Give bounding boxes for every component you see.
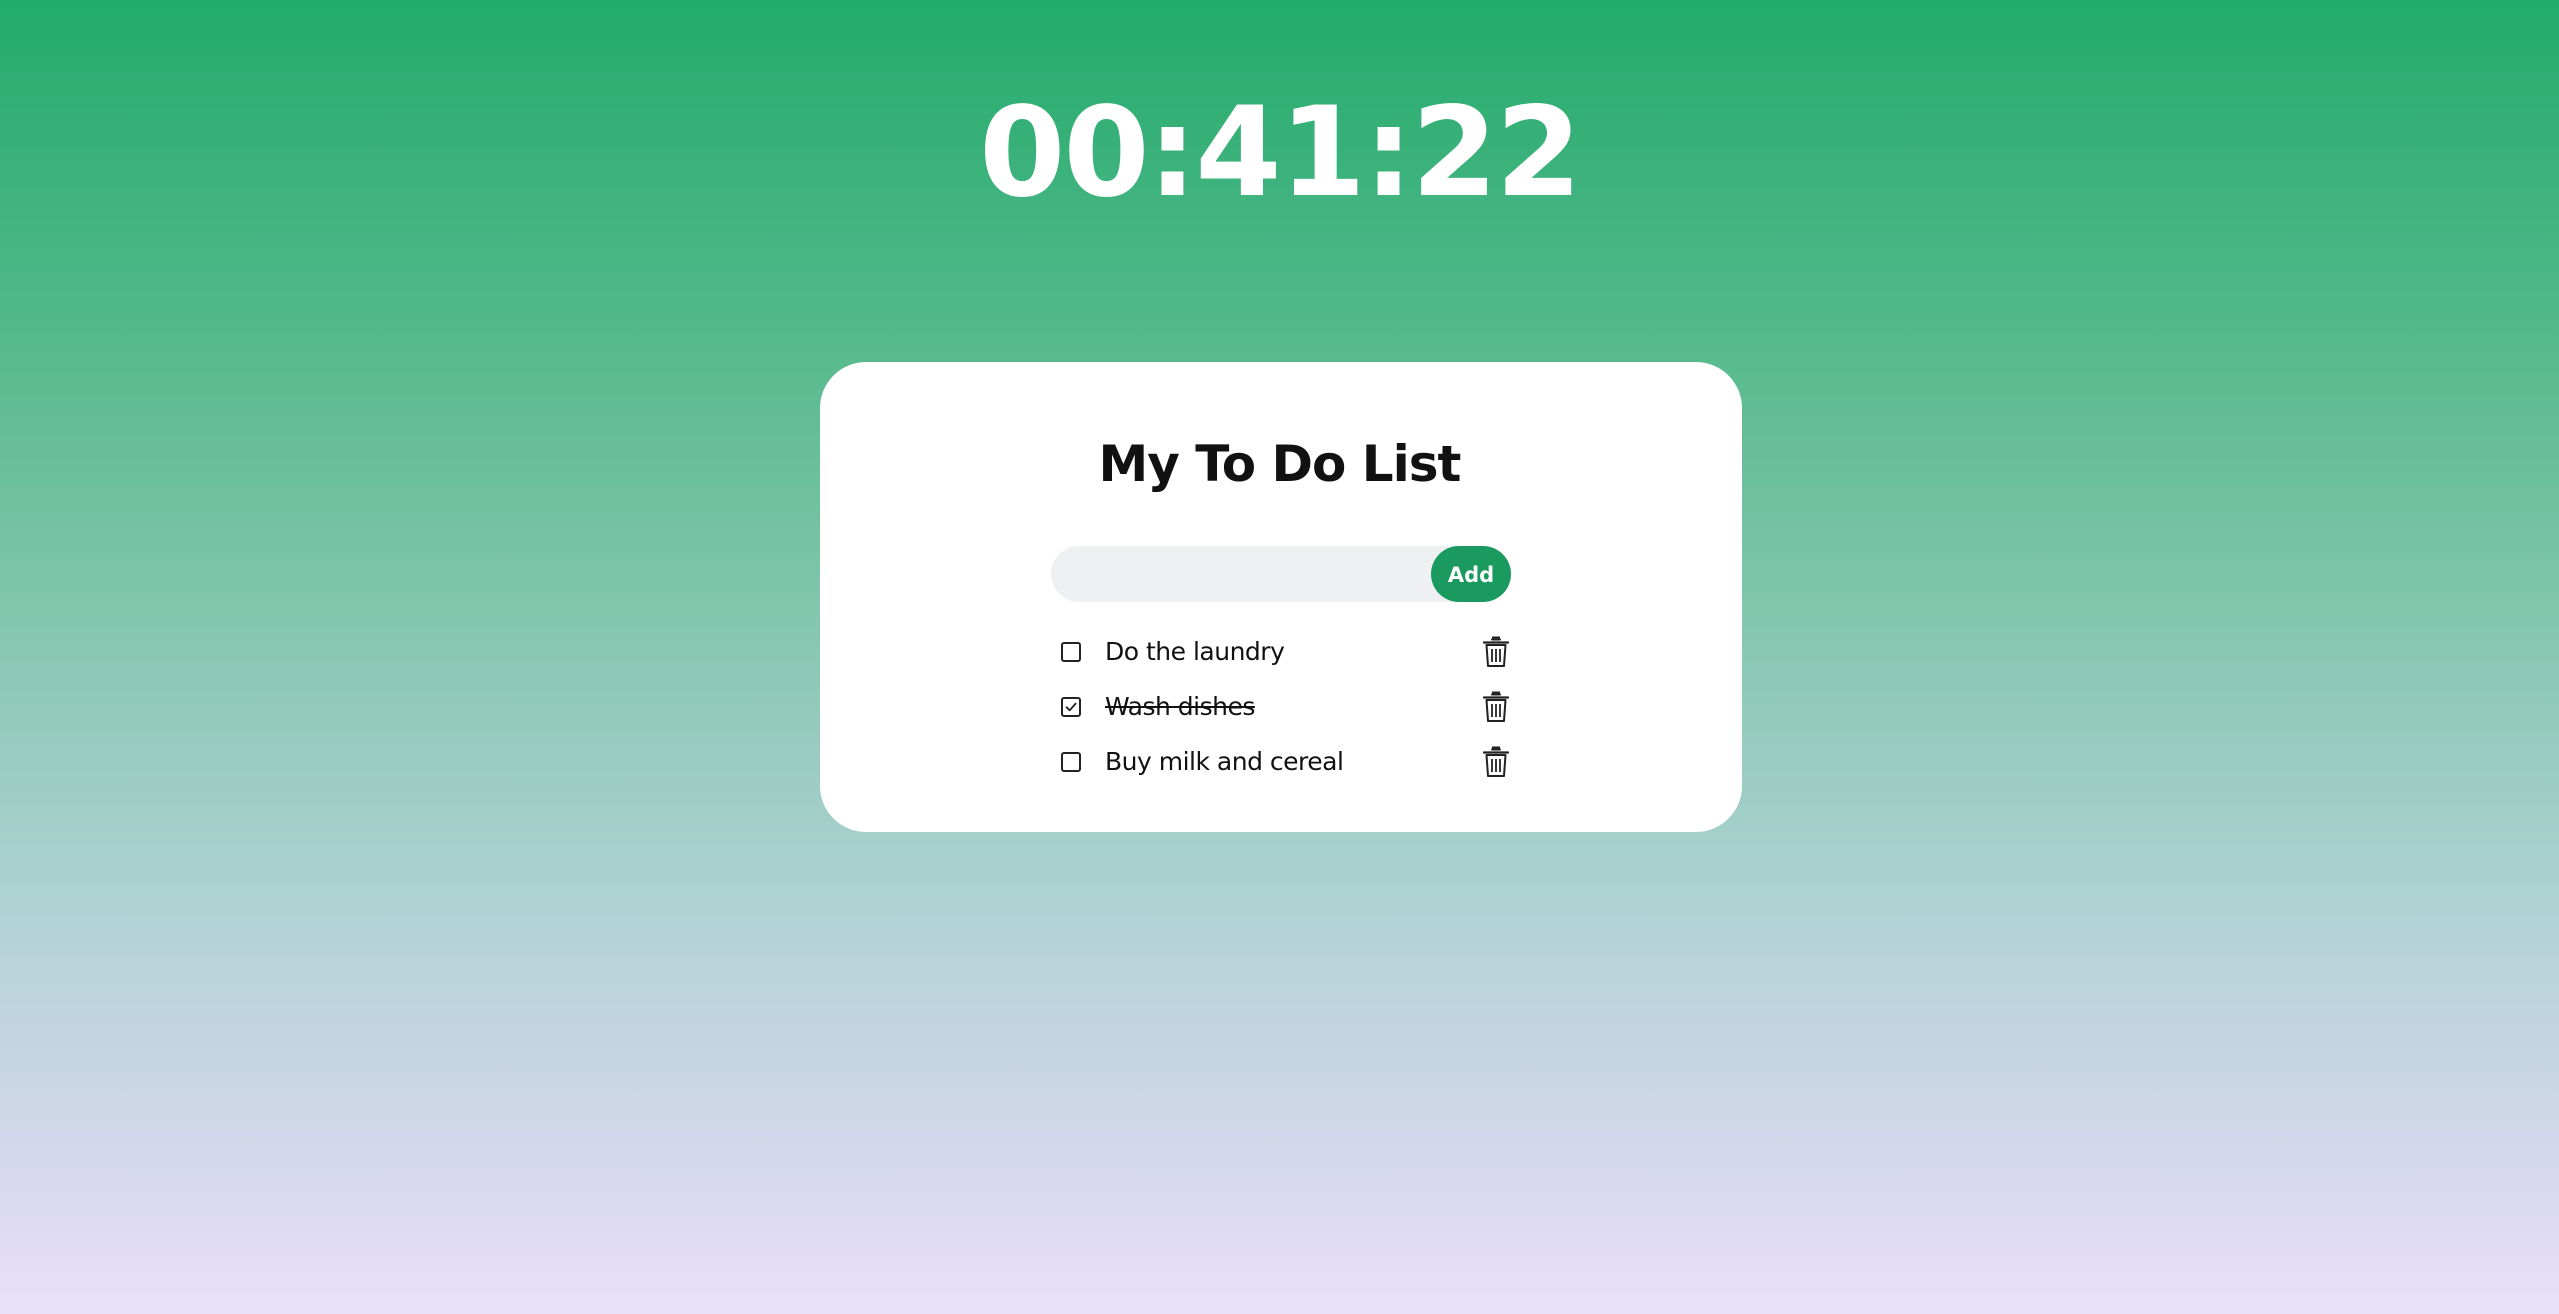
add-button[interactable]: Add: [1431, 546, 1511, 602]
timer-display: 00:41:22: [979, 81, 1582, 225]
trash-icon[interactable]: [1481, 636, 1511, 668]
trash-icon[interactable]: [1481, 746, 1511, 778]
checkbox-icon[interactable]: [1061, 642, 1081, 662]
task-item: Wash dishes: [1051, 681, 1511, 736]
checkbox-icon[interactable]: [1061, 752, 1081, 772]
task-label: Buy milk and cereal: [1105, 747, 1344, 776]
checkmark-icon: [1065, 702, 1077, 712]
task-label: Wash dishes: [1105, 692, 1255, 721]
trash-icon[interactable]: [1481, 691, 1511, 723]
checkbox-icon[interactable]: [1061, 697, 1081, 717]
task-item: Buy milk and cereal: [1051, 736, 1511, 791]
task-label: Do the laundry: [1105, 637, 1285, 666]
add-task-form: Add: [1051, 546, 1511, 602]
todo-title: My To Do List: [1098, 435, 1462, 493]
task-list: Do the laundry Wash dishes Buy milk and …: [1051, 626, 1511, 791]
task-item: Do the laundry: [1051, 626, 1511, 681]
